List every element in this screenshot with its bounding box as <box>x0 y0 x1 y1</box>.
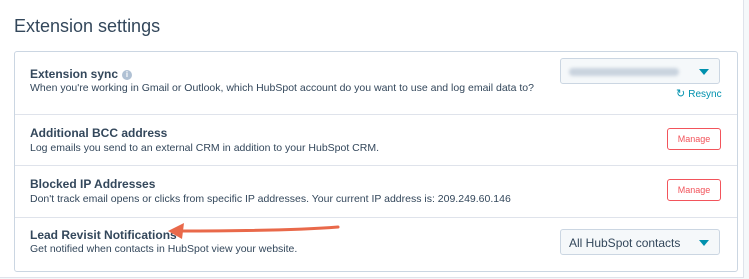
red-arrow-annotation <box>168 223 340 239</box>
extension-settings-panel: Extension settings Extension sync i When … <box>0 0 744 278</box>
arrow-head <box>168 223 184 239</box>
arrow-shaft <box>176 225 340 233</box>
